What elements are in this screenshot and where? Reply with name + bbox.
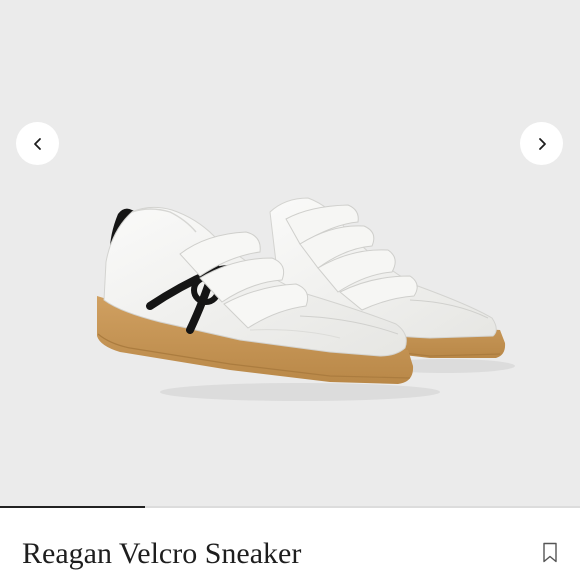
chevron-left-icon bbox=[33, 137, 41, 150]
product-title: Reagan Velcro Sneaker bbox=[22, 537, 302, 570]
product-page: Reagan Velcro Sneaker bbox=[0, 0, 580, 580]
product-title-row: Reagan Velcro Sneaker bbox=[0, 508, 580, 580]
previous-image-button[interactable] bbox=[16, 122, 59, 165]
product-image-gallery[interactable] bbox=[0, 0, 580, 506]
bookmark-button[interactable] bbox=[538, 538, 562, 566]
chevron-right-icon bbox=[538, 137, 546, 150]
product-image bbox=[97, 197, 515, 401]
next-image-button[interactable] bbox=[520, 122, 563, 165]
bookmark-icon bbox=[543, 542, 557, 562]
